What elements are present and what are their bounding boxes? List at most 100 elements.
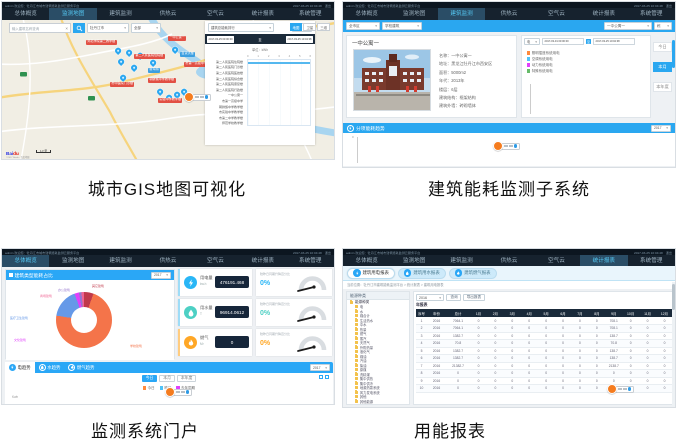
column-header[interactable]: 6月 [555,309,572,317]
column-header[interactable]: 年份 [427,309,446,317]
period-button-今日[interactable]: 今日 [653,42,672,52]
building-type-select[interactable]: 学校建筑 [382,22,422,30]
nav-tab-1[interactable]: 总体概览 [2,8,49,20]
poi-label[interactable]: 新玛特 [148,68,160,73]
column-header[interactable]: 8月 [588,309,605,317]
nav-tab-6[interactable]: 统计报表 [239,8,286,20]
nav-tab-1[interactable]: 总体概览 [2,255,49,267]
area-select[interactable]: 全市区 [346,22,380,30]
building-label[interactable]: 朝鲜族中学教学楼 [148,78,176,83]
map-control-三维[interactable]: 三维 [317,23,330,31]
tree-item-其他能源[interactable]: 其他能源 [347,399,409,404]
nav-tab-3[interactable]: 建筑监测 [97,255,144,267]
type-select[interactable]: 全部 [131,23,161,33]
table-row[interactable]: 620161382.700000000138.7000 [416,355,673,363]
nav-tab-4[interactable]: 供热云 [144,255,191,267]
table-row[interactable]: 7201621382.7000000002138.7000 [416,362,673,370]
column-header[interactable]: 序号 [416,309,427,317]
map-canvas[interactable]: 师范学院第二教学楼第二人民医院住院楼 一中公寓一市中医院门诊楼 朝鲜族中学教学楼实验… [2,20,334,159]
search-button[interactable] [73,23,85,33]
city-select[interactable]: 牡丹江市 [87,23,129,33]
table-row[interactable]: 220167064.100000000708.1000 [416,325,673,333]
datetime-and-logout[interactable]: 2017-03-25 10:04:48 退出 [634,250,672,255]
period-button-本月[interactable]: 本月 [653,62,672,72]
trend-tab-燃气趋势[interactable]: 燃气趋势 [64,362,98,373]
trend-year-select[interactable]: 2017 [310,364,330,371]
scrollbar[interactable] [672,282,675,407]
period-button-本年度[interactable]: 本年度 [177,375,196,382]
map-control-地图[interactable]: 地图 [290,23,303,31]
report-tab-建筑燃气报表[interactable]: 建筑燃气报表 [449,268,497,279]
search-report-button[interactable]: 查询 [446,294,461,301]
nav-tab-5[interactable]: 空气云 [533,8,580,20]
clear-icon[interactable]: × [65,26,68,31]
nav-tab-2[interactable]: 监测地图 [49,255,96,267]
rank-type-select[interactable]: 建筑总能耗排行 [208,23,274,32]
table-row[interactable]: 1020160000000000000 [416,385,673,393]
restore-icon[interactable] [319,375,323,379]
table-row[interactable]: 120167064.100000000708.1000 [416,317,673,325]
column-header[interactable]: 12月 [656,309,673,317]
column-header[interactable]: 2月 [487,309,504,317]
building-label[interactable]: 市中医院门诊楼 [110,82,134,87]
building-label[interactable]: 师范学院第二教学楼 [86,40,117,45]
column-header[interactable]: 3月 [504,309,521,317]
map-control-卫星[interactable]: 卫星 [303,23,316,31]
trend-tab-水趋势[interactable]: 水趋势 [35,362,65,373]
nav-tab-7[interactable]: 系统管理 [287,8,334,20]
unit-select[interactable]: 栋 [654,22,672,30]
table-row[interactable]: 520161382.700000000138.7000 [416,347,673,355]
nav-tab-3[interactable]: 建筑监测 [97,8,144,20]
nav-tab-6[interactable]: 统计报表 [239,255,286,267]
nav-tab-1[interactable]: 总体概览 [343,8,390,20]
trend-tab-电趋势[interactable]: 电趋势 [5,362,35,373]
poi-label[interactable]: 百货大楼 [180,52,195,57]
period-button-今日[interactable]: 今日 [142,375,158,382]
donut-year-select[interactable]: 2017 [151,272,171,279]
column-header[interactable]: 10月 [622,309,639,317]
report-tab-建筑用电报表[interactable]: 建筑用电报表 [347,268,395,279]
ranking-panel: 建筑总能耗排行 电 2017-03-25 00:00:00 至 2017-03-… [205,21,315,145]
column-header[interactable]: 5月 [538,309,555,317]
table-row[interactable]: 320161382.700000000138.7000 [416,332,673,340]
table-row[interactable]: 920160000000000000 [416,377,673,385]
column-header[interactable]: 4月 [521,309,538,317]
energy-select[interactable]: 电 [524,38,540,45]
date-from-input[interactable]: 2017-03-01 00:00:00 [542,38,584,45]
section-year-select[interactable]: 2017 [651,125,671,132]
nav-tab-5[interactable]: 空气云 [192,8,239,20]
column-header[interactable]: 11月 [639,309,656,317]
nav-tab-4[interactable]: 供热云 [485,8,532,20]
nav-tab-4[interactable]: 供热云 [144,8,191,20]
nav-tab-7[interactable]: 系统管理 [628,8,675,20]
column-header[interactable]: 1月 [470,309,487,317]
nav-tab-2[interactable]: 监测地图 [49,8,96,20]
export-report-button[interactable]: 导出报表 [463,294,484,301]
column-header[interactable]: 7月 [571,309,588,317]
period-button-本月[interactable]: 本月 [159,375,175,382]
nav-tab-2[interactable]: 监测地图 [390,8,437,20]
nav-tab-7[interactable]: 系统管理 [287,255,334,267]
nav-tab-3[interactable]: 建筑监测 [438,8,485,20]
table-row[interactable]: 4201670.80000000070.8000 [416,340,673,348]
nav-tab-6[interactable]: 统计报表 [580,8,627,20]
report-year-select[interactable]: 2016 [416,294,444,301]
period-button-本年度[interactable]: 本年度 [653,82,672,92]
building-label[interactable]: 一中公寓一 [168,36,186,41]
column-header[interactable]: 9月 [605,309,622,317]
datetime-and-logout[interactable]: 2017-03-25 10:04:48 退出 [293,3,331,8]
building-select[interactable]: 一中公寓一 [604,22,652,30]
download-icon[interactable] [325,375,329,379]
building-label[interactable]: 实验中学教学楼 [158,98,182,103]
search-input[interactable]: 输入建筑名称查询 × [9,23,71,33]
building-label[interactable]: 第二人民医院住院楼 [134,54,165,59]
date-to-input[interactable]: 2017-03-25 10:04:38 [593,38,635,45]
report-tab-建筑用水报表[interactable]: 建筑用水报表 [398,268,446,279]
datetime-and-logout[interactable]: 2017-03-25 10:04:48 退出 [634,3,672,8]
datetime-and-logout[interactable]: 2017-03-25 10:04:48 退出 [293,250,331,255]
date-to-input[interactable]: 2017-03-25 10:04:38 [286,36,313,43]
date-from-input[interactable]: 2017-03-25 00:00:00 [207,36,234,43]
nav-tab-5[interactable]: 空气云 [192,255,239,267]
column-header[interactable]: 总计 [446,309,470,317]
table-row[interactable]: 820160000000000000 [416,370,673,378]
